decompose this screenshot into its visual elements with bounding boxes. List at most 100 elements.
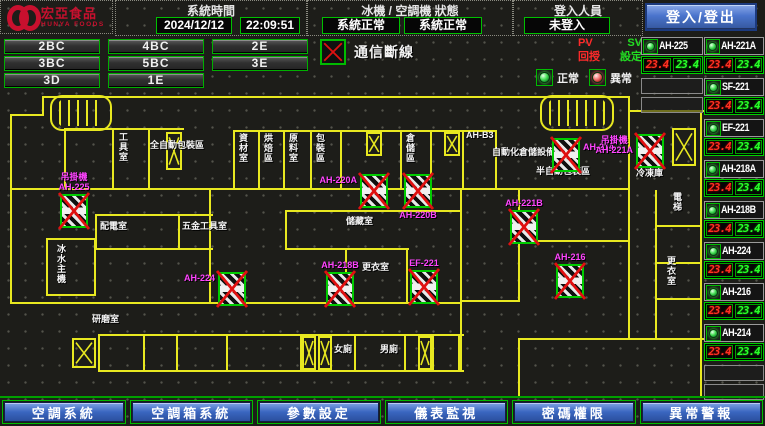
footer-slot: 儀表監視 xyxy=(385,400,509,424)
wall-segment xyxy=(458,334,460,372)
wall-segment xyxy=(518,338,704,340)
wall-segment xyxy=(432,334,434,372)
wall-segment xyxy=(655,262,702,264)
sv-value: 23.4 xyxy=(735,58,762,72)
sidebar-equipment-row-ah-218b[interactable]: AH-218B xyxy=(704,201,764,219)
wall-segment xyxy=(46,238,48,296)
footer-button-password-authority[interactable]: 密碼權限 xyxy=(514,402,634,422)
pv-value: 23.4 xyxy=(706,99,733,113)
footer-button-parameter-settings[interactable]: 參數設定 xyxy=(259,402,379,422)
room-label: 冰水主機 xyxy=(56,244,66,284)
ahu-offline-marker xyxy=(326,272,354,306)
room-label: 原料室 xyxy=(288,133,298,163)
sv-value: 23.4 xyxy=(735,345,762,359)
sv-value: 23.4 xyxy=(673,58,701,72)
footer-button-hvac-system[interactable]: 空調系統 xyxy=(4,402,124,422)
wall-segment xyxy=(226,334,228,372)
equipment-hotspot-ef-221[interactable]: EF-221 xyxy=(410,270,438,304)
wall-segment xyxy=(209,188,211,304)
wall-segment xyxy=(285,210,287,250)
sidebar-values-row: 23.423.4 xyxy=(704,302,764,320)
sidebar-equipment-row-ah-225[interactable]: AH-225 xyxy=(641,37,703,55)
wall-segment xyxy=(460,302,462,372)
sidebar-right-column: AH-221A23.423.4SF-22123.423.4EF-22123.42… xyxy=(704,37,764,403)
door-x-symbol xyxy=(418,336,432,370)
footer-button-alarm-list[interactable]: 異常警報 xyxy=(642,402,762,422)
wall-segment xyxy=(345,248,409,250)
room-label: 男廁 xyxy=(380,344,398,354)
wall-segment xyxy=(354,334,356,372)
room-label: 更衣室 xyxy=(666,256,676,286)
equipment-name: AH-214 xyxy=(722,327,751,339)
equipment-name: AH-225 xyxy=(659,40,688,52)
ahu-offline-marker xyxy=(60,194,88,228)
pv-value: 23.4 xyxy=(706,304,733,318)
equipment-hotspot-ah-214[interactable]: AH-214 xyxy=(552,138,580,172)
room-label: 電梯 xyxy=(672,192,682,212)
equipment-label: EF-221 xyxy=(409,258,439,268)
pv-value: 23.4 xyxy=(706,222,733,236)
equipment-hotspot-ah-216[interactable]: AH-216 xyxy=(556,264,584,298)
status-lamp-icon xyxy=(706,39,720,54)
wall-segment xyxy=(655,298,702,300)
equipment-label-name: AH-221B xyxy=(505,198,543,208)
equipment-label-name: EF-221 xyxy=(409,258,439,268)
status-lamp-icon xyxy=(643,39,658,54)
sv-value: 23.4 xyxy=(735,181,762,195)
footer-button-meter-monitor[interactable]: 儀表監視 xyxy=(387,402,507,422)
sidebar-equipment-row-ah-214[interactable]: AH-214 xyxy=(704,324,764,342)
equipment-hotspot-ah-218b[interactable]: AH-218B xyxy=(326,272,354,306)
sidebar-empty-row xyxy=(641,97,703,113)
wall-segment xyxy=(406,248,408,304)
wall-segment xyxy=(95,214,213,216)
equipment-hotspot-ah-225[interactable]: 吊掛機AH-225 xyxy=(60,194,88,228)
sv-value: 23.4 xyxy=(735,222,762,236)
equipment-name: AH-218B xyxy=(721,204,756,216)
equipment-hotspot-ah-224[interactable]: AH-224 xyxy=(218,272,246,306)
wall-segment xyxy=(98,334,464,336)
pv-value: 23.4 xyxy=(706,140,733,154)
wall-segment xyxy=(258,130,260,190)
door-x-symbol xyxy=(72,338,96,368)
wall-segment xyxy=(700,110,702,398)
equipment-hotspot-ah-220a[interactable]: AH-220A xyxy=(360,174,388,208)
sidebar-equipment-row-sf-221[interactable]: SF-221 xyxy=(704,78,764,96)
equipment-label: AH-221B xyxy=(505,198,543,208)
ahu-offline-marker xyxy=(218,272,246,306)
ahu-offline-marker xyxy=(410,270,438,304)
wall-segment xyxy=(95,248,213,250)
room-label: AH-B3 xyxy=(466,130,494,140)
sidebar-values-row: 23.423.4 xyxy=(704,179,764,197)
equipment-label: AH-220B xyxy=(399,210,437,220)
pv-value: 23.4 xyxy=(706,181,733,195)
wall-segment xyxy=(98,370,464,372)
wall-segment xyxy=(400,130,402,190)
room-label: 研磨室 xyxy=(92,314,119,324)
status-lamp-icon xyxy=(706,285,721,300)
equipment-name: EF-221 xyxy=(722,122,749,134)
sidebar-equipment-row-ah-218a[interactable]: AH-218A xyxy=(704,160,764,178)
equipment-label: AH-216 xyxy=(554,252,585,262)
sidebar-equipment-row-ah-216[interactable]: AH-216 xyxy=(704,283,764,301)
status-lamp-icon xyxy=(706,326,721,341)
room-label: 烘焙區 xyxy=(263,133,273,163)
wall-segment xyxy=(148,128,150,190)
sidebar-equipment-row-ah-221a[interactable]: AH-221A xyxy=(704,37,764,55)
room-label: 資材室 xyxy=(238,133,248,163)
ahu-offline-marker xyxy=(404,174,432,208)
wall-segment xyxy=(42,96,44,116)
wall-segment xyxy=(178,214,180,250)
equipment-hotspot-ah-221b[interactable]: AH-221B xyxy=(510,210,538,244)
sidebar-equipment-row-ef-221[interactable]: EF-221 xyxy=(704,119,764,137)
wall-segment xyxy=(112,128,114,190)
equipment-hotspot-ah-220b[interactable]: AH-220B xyxy=(404,174,432,208)
footer-button-ahu-system[interactable]: 空調箱系統 xyxy=(132,402,252,422)
equipment-hotspot-ah-221a[interactable]: 吊掛機AH-221A xyxy=(636,134,664,168)
sv-value: 23.4 xyxy=(735,140,762,154)
equipment-label-name: AH-220A xyxy=(319,175,357,185)
footer-slot: 參數設定 xyxy=(257,400,381,424)
sidebar-equipment-row-ah-224[interactable]: AH-224 xyxy=(704,242,764,260)
status-lamp-icon xyxy=(706,203,720,218)
ahu-offline-marker xyxy=(636,134,664,168)
ahu-offline-marker xyxy=(552,138,580,172)
